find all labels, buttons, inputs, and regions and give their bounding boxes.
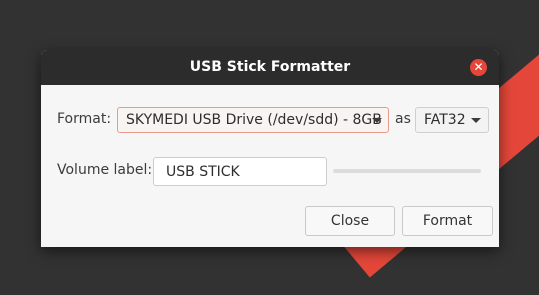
volume-label-label: Volume label: [57, 162, 153, 178]
dialog-titlebar[interactable]: USB Stick Formatter ✕ [41, 50, 499, 85]
filesystem-select-value: FAT32 [424, 112, 466, 128]
formatter-dialog: USB Stick Formatter ✕ Format: SKYMEDI US… [41, 50, 499, 247]
volume-label-input[interactable] [153, 157, 327, 186]
dialog-title: USB Stick Formatter [189, 59, 351, 75]
chevron-down-icon [471, 118, 481, 123]
chevron-down-icon [372, 118, 382, 123]
filesystem-select[interactable]: FAT32 [415, 107, 489, 133]
device-select[interactable]: SKYMEDI USB Drive (/dev/sdd) - 8GB [117, 107, 389, 133]
format-progress-bar [333, 169, 481, 173]
close-icon[interactable]: ✕ [470, 59, 487, 76]
device-select-value: SKYMEDI USB Drive (/dev/sdd) - 8GB [126, 112, 382, 128]
as-label: as [395, 111, 411, 127]
format-label: Format: [57, 111, 112, 127]
format-button[interactable]: Format [402, 206, 493, 236]
desktop-background: USB Stick Formatter ✕ Format: SKYMEDI US… [0, 0, 539, 295]
close-button[interactable]: Close [305, 206, 395, 236]
